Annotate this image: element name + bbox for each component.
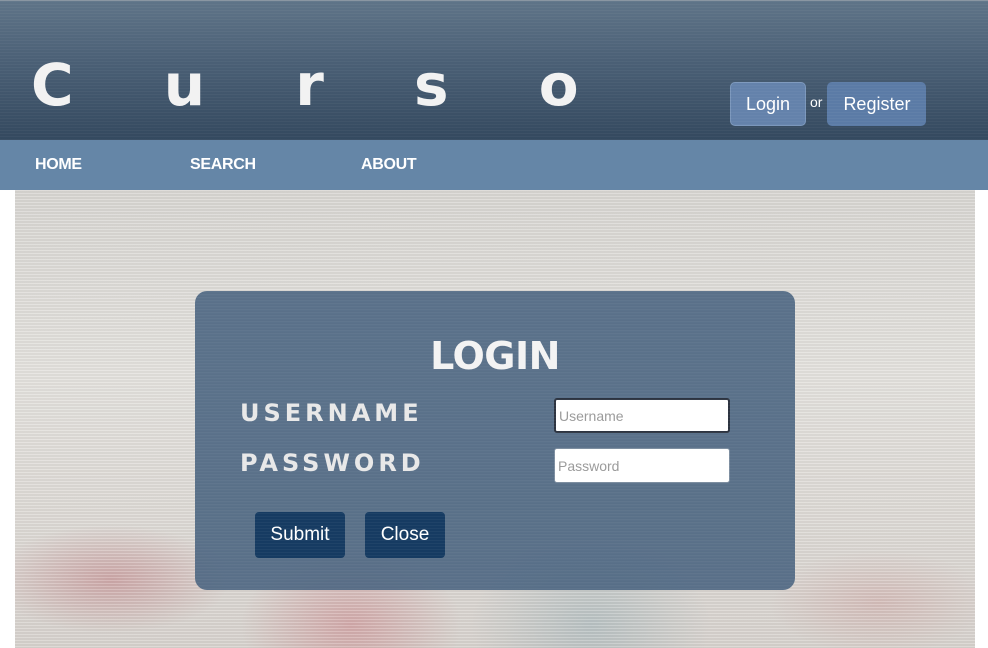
username-label: USERNAME: [240, 399, 423, 427]
nav-item-about[interactable]: ABOUT: [361, 140, 417, 190]
nav-item-search[interactable]: SEARCH: [190, 140, 256, 190]
header-register-button[interactable]: Register: [827, 82, 927, 126]
submit-button[interactable]: Submit: [255, 512, 345, 558]
login-modal: LOGIN USERNAME PASSWORD Submit Close: [195, 291, 795, 590]
main-nav: HOME SEARCH ABOUT: [0, 140, 988, 190]
login-modal-title: LOGIN: [430, 334, 560, 378]
close-button[interactable]: Close: [365, 512, 445, 558]
header-login-button[interactable]: Login: [730, 82, 806, 126]
password-input[interactable]: [554, 448, 730, 483]
auth-or-text: or: [810, 94, 823, 110]
site-header: C u r s o Login or Register: [0, 0, 988, 140]
username-input[interactable]: [554, 398, 730, 433]
password-label: PASSWORD: [240, 449, 425, 477]
page-margin: [975, 190, 988, 648]
site-logo[interactable]: C u r s o: [31, 53, 614, 117]
auth-actions: Login or Register: [730, 82, 927, 126]
nav-item-home[interactable]: HOME: [35, 140, 82, 190]
